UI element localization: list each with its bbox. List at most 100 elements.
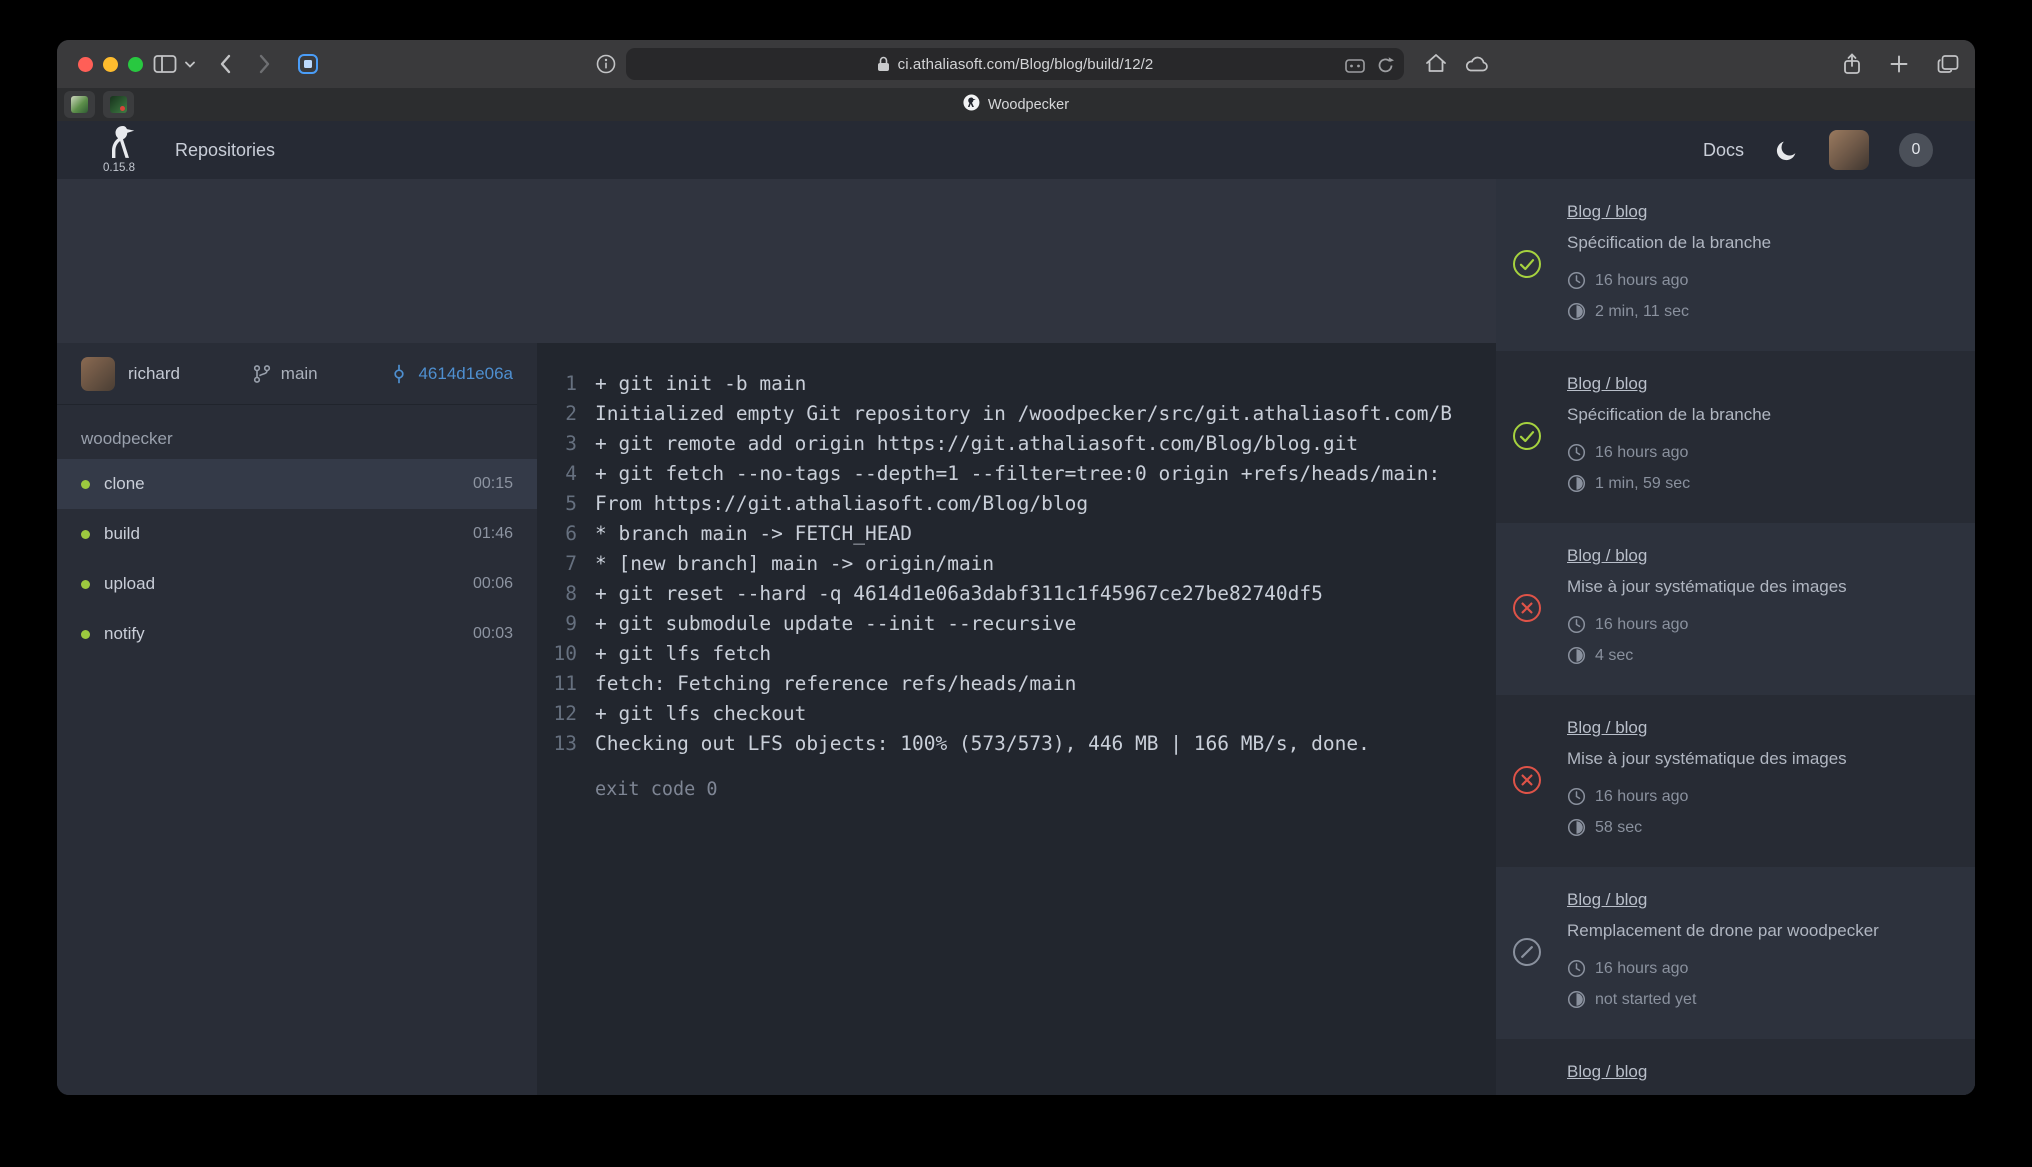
workflow-step[interactable]: upload 00:06 xyxy=(57,559,537,609)
chevron-down-icon[interactable] xyxy=(185,61,195,68)
log-line-number: 11 xyxy=(537,669,577,699)
workflow-step[interactable]: notify 00:03 xyxy=(57,609,537,659)
build-card[interactable]: Blog / blog Mise à jour systématique des… xyxy=(1496,523,1975,695)
page-info-icon[interactable] xyxy=(595,53,617,75)
address-bar[interactable]: ci.athaliasoft.com/Blog/blog/build/12/2 xyxy=(626,48,1404,80)
failure-x-icon xyxy=(1512,593,1542,623)
log-line: 13 Checking out LFS objects: 100% (573/5… xyxy=(537,729,1496,759)
minimize-window-button[interactable] xyxy=(103,57,118,72)
build-status-icon xyxy=(1512,765,1542,795)
build-card[interactable]: Blog / blog Spécification de la branche … xyxy=(1496,351,1975,523)
log-line: 1 + git init -b main xyxy=(537,369,1496,399)
nav-repositories-link[interactable]: Repositories xyxy=(175,121,275,179)
home-icon[interactable] xyxy=(1425,53,1447,73)
nav-docs-link[interactable]: Docs xyxy=(1703,140,1744,161)
step-name: clone xyxy=(104,474,145,494)
log-line: 6 * branch main -> FETCH_HEAD xyxy=(537,519,1496,549)
build-card[interactable]: Blog / blog Spécification de la branche … xyxy=(1496,179,1975,351)
app-navbar: 0.15.8 Repositories Docs 0 xyxy=(57,121,1975,179)
log-line-text: + git lfs fetch xyxy=(595,639,771,669)
pinned-tab-2[interactable] xyxy=(103,91,134,118)
build-card[interactable]: Blog / blog Mise à jour systématique des… xyxy=(1496,1039,1975,1095)
build-message: Mise à jour systématique des images xyxy=(1567,748,1955,770)
build-card[interactable]: Blog / blog Remplacement de drone par wo… xyxy=(1496,867,1975,1039)
commit-meta-row: richard main 4614d1e06a xyxy=(57,343,537,405)
clock-icon xyxy=(1567,615,1586,634)
back-navigation-icon[interactable] xyxy=(219,54,231,74)
build-time: 16 hours ago xyxy=(1595,960,1688,978)
build-status-icon xyxy=(1512,421,1542,451)
woodpecker-logo-icon xyxy=(102,124,136,160)
pipeline-header: ← Pipeline #12 - Spécification de la bra… xyxy=(57,179,1496,343)
log-line-number: 9 xyxy=(537,609,577,639)
woodpecker-logo[interactable]: 0.15.8 xyxy=(95,124,143,174)
log-line-number: 5 xyxy=(537,489,577,519)
log-line: 11 fetch: Fetching reference refs/heads/… xyxy=(537,669,1496,699)
zoom-window-button[interactable] xyxy=(128,57,143,72)
step-duration: 01:46 xyxy=(473,525,513,543)
notification-counter[interactable]: 0 xyxy=(1899,133,1933,167)
build-message: Mise à jour systématique des images xyxy=(1567,1092,1955,1095)
tab-woodpecker[interactable]: Woodpecker xyxy=(963,88,1069,121)
build-duration: 4 sec xyxy=(1595,647,1633,665)
build-duration-row: 4 sec xyxy=(1567,646,1955,665)
step-name: notify xyxy=(104,624,145,644)
build-repo-link[interactable]: Blog / blog xyxy=(1567,545,1647,567)
log-line: 10 + git lfs fetch xyxy=(537,639,1496,669)
build-card[interactable]: Blog / blog Mise à jour systématique des… xyxy=(1496,695,1975,867)
log-line-number: 10 xyxy=(537,639,577,669)
workflow-step[interactable]: clone 00:15 xyxy=(57,459,537,509)
workflow-steps-list: clone 00:15 build 01:46 upload 00:06 not… xyxy=(57,459,537,659)
log-line-text: From https://git.athaliasoft.com/Blog/bl… xyxy=(595,489,1088,519)
log-line-number: 6 xyxy=(537,519,577,549)
tab-group-icon[interactable] xyxy=(297,53,319,75)
sidebar-toggle-icon[interactable] xyxy=(153,54,177,74)
forward-navigation-icon[interactable] xyxy=(259,54,271,74)
woodpecker-favicon xyxy=(963,94,980,116)
build-repo-link[interactable]: Blog / blog xyxy=(1567,1061,1647,1083)
share-icon[interactable] xyxy=(1843,53,1861,80)
success-check-icon xyxy=(1512,249,1542,279)
build-repo-link[interactable]: Blog / blog xyxy=(1567,201,1647,223)
workflow-step[interactable]: build 01:46 xyxy=(57,509,537,559)
author-avatar xyxy=(81,357,115,391)
cloud-icon[interactable] xyxy=(1465,55,1489,72)
build-time-row: 16 hours ago xyxy=(1567,443,1955,462)
branch-icon xyxy=(252,364,272,384)
commit-icon xyxy=(389,364,409,384)
step-name: upload xyxy=(104,574,155,594)
pinned-tab-1-favicon xyxy=(71,96,88,113)
log-line: 4 + git fetch --no-tags --depth=1 --filt… xyxy=(537,459,1496,489)
clock-icon xyxy=(1567,443,1586,462)
build-message: Mise à jour systématique des images xyxy=(1567,576,1955,598)
build-time-row: 16 hours ago xyxy=(1567,787,1955,806)
log-line-text: + git fetch --no-tags --depth=1 --filter… xyxy=(595,459,1440,489)
step-name: build xyxy=(104,524,140,544)
duration-icon xyxy=(1567,818,1586,837)
user-avatar[interactable] xyxy=(1829,130,1869,170)
exit-code-label: exit code 0 xyxy=(595,779,1496,800)
duration-icon xyxy=(1567,474,1586,493)
log-line-text: Checking out LFS objects: 100% (573/573)… xyxy=(595,729,1370,759)
dark-mode-toggle-icon[interactable] xyxy=(1774,138,1799,163)
build-repo-link[interactable]: Blog / blog xyxy=(1567,889,1647,911)
commit-hash-link[interactable]: 4614d1e06a xyxy=(418,364,513,384)
log-line-text: + git init -b main xyxy=(595,369,806,399)
build-duration: not started yet xyxy=(1595,991,1696,1009)
reload-icon[interactable] xyxy=(1376,56,1395,80)
log-line-text: * branch main -> FETCH_HEAD xyxy=(595,519,912,549)
new-tab-icon[interactable] xyxy=(1889,54,1909,79)
close-window-button[interactable] xyxy=(78,57,93,72)
tab-strip: Woodpecker xyxy=(57,88,1975,121)
log-lines: 1 + git init -b main 2 Initialized empty… xyxy=(537,369,1496,759)
build-repo-link[interactable]: Blog / blog xyxy=(1567,717,1647,739)
build-time: 16 hours ago xyxy=(1595,272,1688,290)
log-line-number: 3 xyxy=(537,429,577,459)
build-repo-link[interactable]: Blog / blog xyxy=(1567,373,1647,395)
log-line: 7 * [new branch] main -> origin/main xyxy=(537,549,1496,579)
tab-overview-icon[interactable] xyxy=(1937,54,1959,79)
autofill-icon[interactable] xyxy=(1345,58,1365,79)
clock-icon xyxy=(1567,787,1586,806)
pinned-tab-1[interactable] xyxy=(64,91,95,118)
log-line-text: Initialized empty Git repository in /woo… xyxy=(595,399,1452,429)
